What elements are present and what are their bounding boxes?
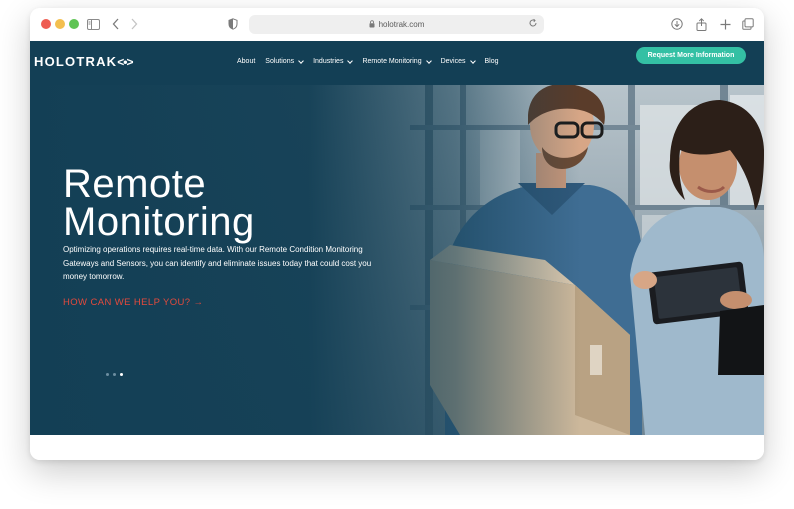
website: HOLOTRAK<•> About Solutions Industries R…	[30, 41, 764, 435]
nav-item-label: Industries	[313, 58, 344, 65]
request-info-button[interactable]: Request More Information	[636, 47, 746, 64]
logo-text: HOLOTRAK	[34, 54, 118, 69]
minimize-window-button[interactable]	[55, 19, 65, 29]
back-icon[interactable]	[110, 16, 122, 32]
nav-item-blog[interactable]: Blog	[485, 58, 499, 65]
chevron-down-icon	[425, 57, 432, 64]
slider-dots	[106, 373, 123, 376]
url-text: holotrak.com	[378, 20, 425, 29]
hero-description: Optimizing operations requires real-time…	[63, 245, 372, 281]
reload-icon[interactable]	[528, 18, 538, 30]
sidebar-toggle-icon[interactable]	[85, 16, 101, 32]
hero-title-line-1: Remote	[63, 162, 207, 206]
site-header: HOLOTRAK<•> About Solutions Industries R…	[30, 41, 764, 85]
slider-dot[interactable]	[106, 373, 109, 376]
share-icon[interactable]	[694, 16, 708, 32]
tabs-icon[interactable]	[741, 16, 755, 32]
browser-toolbar: holotrak.com	[30, 8, 764, 41]
browser-window: holotrak.com HOLOTRAK<•> About Solutions…	[30, 8, 764, 460]
shield-icon[interactable]	[227, 16, 239, 32]
nav-item-label: Remote Monitoring	[362, 58, 422, 65]
help-link[interactable]: HOW CAN WE HELP YOU? →	[63, 297, 203, 308]
nav-item-remote-monitoring[interactable]: Remote Monitoring	[362, 57, 432, 65]
holotrak-logo[interactable]: HOLOTRAK<•>	[34, 54, 133, 69]
forward-icon[interactable]	[128, 16, 140, 32]
main-nav: About Solutions Industries Remote Monito…	[237, 57, 499, 65]
zoom-window-button[interactable]	[69, 19, 79, 29]
hero-title-line-2: Monitoring	[63, 200, 255, 244]
nav-item-label: Solutions	[265, 58, 295, 65]
nav-item-solutions[interactable]: Solutions	[265, 57, 304, 65]
close-window-button[interactable]	[41, 19, 51, 29]
lock-icon	[369, 19, 375, 30]
nav-item-industries[interactable]: Industries	[313, 57, 354, 65]
nav-item-label: About	[237, 58, 256, 65]
chevron-down-icon	[347, 57, 354, 64]
download-icon[interactable]	[670, 16, 684, 32]
address-bar[interactable]: holotrak.com	[249, 15, 544, 34]
slider-dot-active[interactable]	[120, 373, 123, 376]
nav-item-about[interactable]: About	[237, 58, 255, 65]
logo-mark: <•>	[117, 55, 133, 69]
chevron-down-icon	[469, 57, 476, 64]
nav-item-devices[interactable]: Devices	[440, 57, 476, 65]
nav-item-label: Devices	[440, 58, 466, 65]
chevron-down-icon	[298, 57, 304, 64]
page-below-fold	[30, 435, 764, 460]
hero-title: Remote Monitoring	[63, 162, 403, 244]
slider-dot[interactable]	[113, 373, 116, 376]
new-tab-icon[interactable]	[718, 16, 732, 32]
nav-item-label: Blog	[484, 58, 499, 65]
hero-section: Remote Monitoring Optimizing operations …	[30, 85, 764, 435]
